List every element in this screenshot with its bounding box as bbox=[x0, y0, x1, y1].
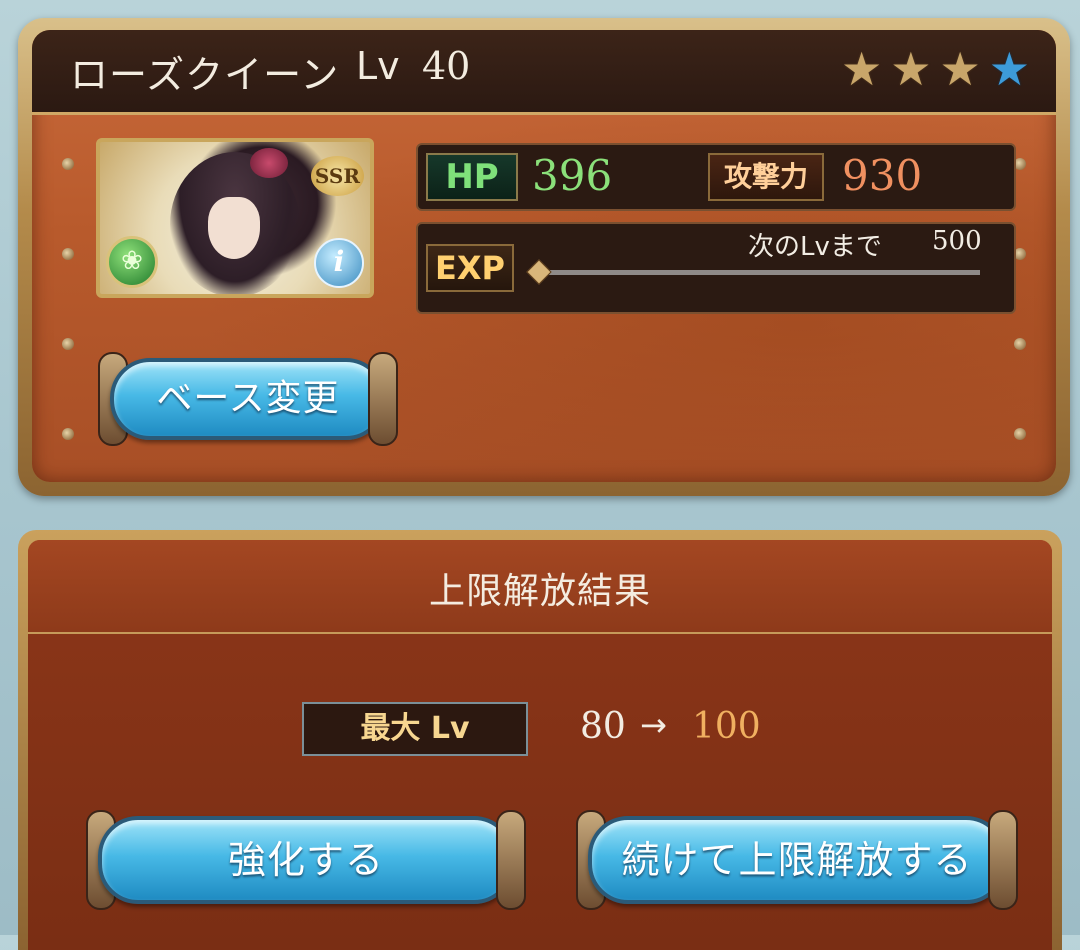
button-cap-right bbox=[368, 352, 398, 446]
character-portrait[interactable]: SSR ❀ i bbox=[96, 138, 374, 298]
continue-uncap-label: 続けて上限解放する bbox=[621, 838, 973, 882]
enhance-button[interactable]: 強化する bbox=[86, 810, 526, 910]
star-rating: ★ ★ ★ ★ bbox=[841, 46, 1030, 92]
wind-element-icon: ❀ bbox=[106, 236, 158, 288]
character-panel: ローズクイーン Lv 40 ★ ★ ★ ★ SSR ❀ i HP 396 攻撃力… bbox=[18, 18, 1070, 496]
hp-label: HP bbox=[426, 153, 518, 201]
continue-uncap-button-face[interactable]: 続けて上限解放する bbox=[588, 816, 1006, 904]
exp-label: EXP bbox=[426, 244, 514, 292]
rarity-badge: SSR bbox=[310, 156, 364, 196]
max-level-from: 80 bbox=[580, 706, 626, 747]
attack-label: 攻撃力 bbox=[708, 153, 824, 201]
rivet-icon bbox=[62, 338, 74, 350]
rivet-icon bbox=[62, 248, 74, 260]
exp-box: EXP 次のLvまで 500 bbox=[416, 222, 1016, 314]
next-level-label: 次のLvまで bbox=[748, 232, 882, 262]
exp-progress-bar bbox=[542, 270, 980, 275]
info-icon[interactable]: i bbox=[314, 238, 364, 288]
uncap-result-inner: 上限解放結果 最大 Lv 80 → 100 強化する 続けて上限解放する bbox=[28, 540, 1052, 950]
stat-box: HP 396 攻撃力 930 bbox=[416, 143, 1016, 211]
continue-uncap-button[interactable]: 続けて上限解放する bbox=[576, 810, 1018, 910]
button-cap-right bbox=[988, 810, 1018, 910]
character-panel-inner: ローズクイーン Lv 40 ★ ★ ★ ★ SSR ❀ i HP 396 攻撃力… bbox=[32, 30, 1056, 482]
uncap-result-panel: 上限解放結果 最大 Lv 80 → 100 強化する 続けて上限解放する bbox=[18, 530, 1062, 950]
star-icon: ★ bbox=[890, 42, 932, 96]
base-change-button-face[interactable]: ベース変更 bbox=[110, 358, 386, 440]
level-label: Lv bbox=[356, 44, 400, 88]
button-cap-right bbox=[496, 810, 526, 910]
character-name: ローズクイーン bbox=[70, 53, 340, 97]
attack-value: 930 bbox=[842, 151, 923, 200]
rivet-icon bbox=[62, 158, 74, 170]
result-title: 上限解放結果 bbox=[428, 571, 651, 612]
arrow-right-icon: → bbox=[640, 706, 667, 744]
hp-value: 396 bbox=[532, 151, 613, 200]
exp-marker-icon bbox=[526, 259, 552, 285]
enhance-label: 強化する bbox=[227, 838, 384, 882]
star-icon: ★ bbox=[939, 42, 981, 96]
rivet-icon bbox=[1014, 338, 1026, 350]
star-icon: ★ bbox=[988, 42, 1030, 96]
title-bar: ローズクイーン Lv 40 ★ ★ ★ ★ bbox=[32, 30, 1056, 115]
portrait-face bbox=[208, 197, 260, 259]
next-level-value: 500 bbox=[932, 226, 982, 256]
rivet-icon bbox=[1014, 428, 1026, 440]
base-change-label: ベース変更 bbox=[156, 378, 340, 419]
rivet-icon bbox=[62, 428, 74, 440]
character-level: 40 bbox=[422, 44, 471, 88]
max-level-label: 最大 Lv bbox=[302, 702, 528, 756]
max-level-to: 100 bbox=[692, 706, 761, 747]
base-change-button[interactable]: ベース変更 bbox=[98, 352, 398, 446]
portrait-rose bbox=[250, 148, 288, 178]
star-icon: ★ bbox=[841, 42, 883, 96]
enhance-button-face[interactable]: 強化する bbox=[98, 816, 514, 904]
result-header: 上限解放結果 bbox=[28, 540, 1052, 634]
